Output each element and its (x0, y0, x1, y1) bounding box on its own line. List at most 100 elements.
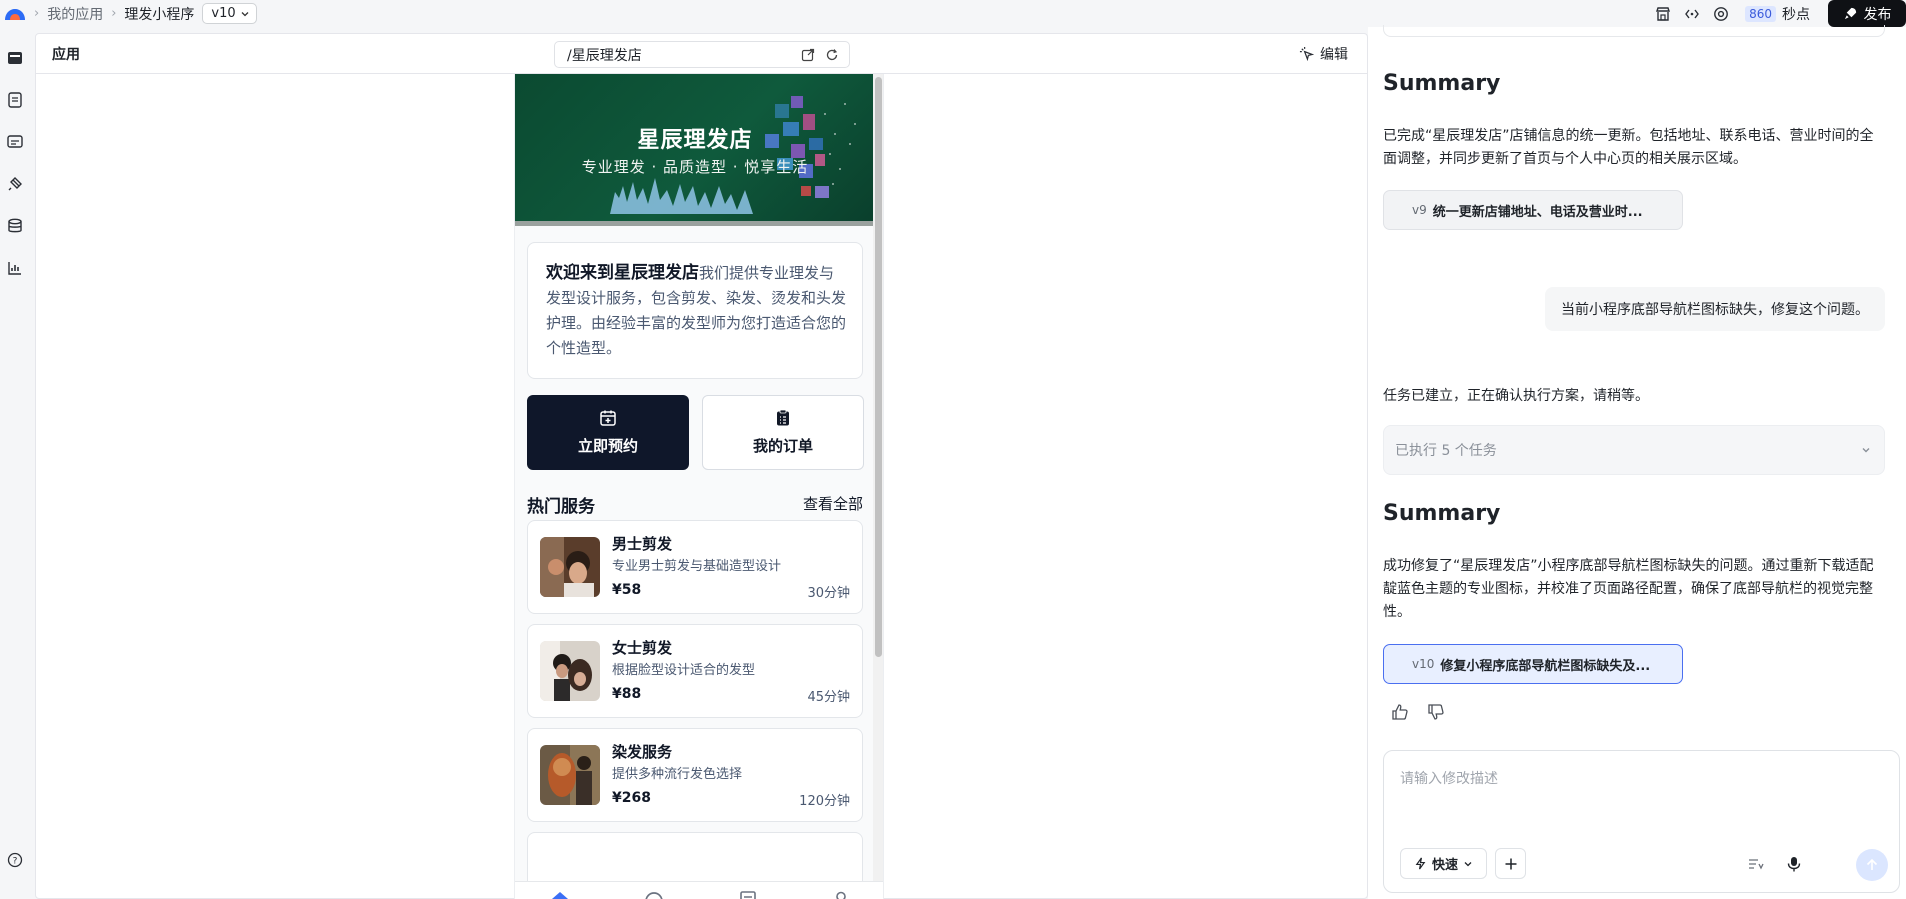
chevron-down-icon (241, 11, 249, 16)
canvas-title: 应用 (52, 46, 80, 63)
status-text: 任务已建立，正在确认执行方案，请稍等。 (1383, 388, 1649, 404)
file-icon[interactable] (6, 91, 24, 109)
publish-button[interactable]: 发布 (1828, 0, 1906, 27)
database-icon[interactable] (6, 217, 24, 235)
top-right-actions: 860 秒点 发布 (1654, 0, 1906, 27)
phone-preview: 星辰理发店 专业理发 · 品质造型 · 悦享生活 欢迎来到星辰理发店我们提供专业… (514, 74, 884, 899)
phone-scroll-area[interactable]: 星辰理发店 专业理发 · 品质造型 · 悦享生活 欢迎来到星辰理发店我们提供专业… (515, 74, 875, 881)
welcome-heading: 欢迎来到星辰理发店 (546, 263, 699, 283)
chevron-down-icon (1862, 448, 1870, 453)
service-card[interactable] (527, 832, 863, 881)
analytics-icon[interactable] (6, 259, 24, 277)
my-orders-label: 我的订单 (752, 437, 813, 455)
arrow-up-icon (1866, 858, 1878, 870)
view-all-link[interactable]: 查看全部 (803, 493, 863, 514)
top-bar: › 我的应用 › 理发小程序 v10 860 秒点 发布 (0, 0, 1906, 27)
welcome-card: 欢迎来到星辰理发店我们提供专业理发与发型设计服务，包含剪发、染发、烫发和头发护理… (527, 242, 863, 379)
speed-mode-selector[interactable]: 快速 (1400, 848, 1487, 879)
user-icon (836, 891, 846, 899)
store-icon[interactable] (1654, 5, 1672, 23)
banner-subtitle: 专业理发 · 品质造型 · 悦享生活 (581, 158, 809, 176)
tasks-label: 已执行 5 个任务 (1395, 443, 1497, 459)
document-icon (740, 891, 756, 899)
book-now-label: 立即预约 (577, 437, 638, 455)
rocket-icon (1844, 7, 1856, 20)
service-card[interactable]: 染发服务 提供多种流行发色选择 ¥268 120分钟 (527, 728, 863, 822)
previous-card-edge (1383, 25, 1885, 37)
service-duration: 120分钟 (799, 794, 850, 809)
breadcrumb-current-app[interactable]: 理发小程序 (124, 4, 194, 24)
popular-services-title: 热门服务 (527, 497, 595, 517)
version-title: 修复小程序底部导航栏图标缺失及... (1440, 658, 1651, 674)
speed-mode-label: 快速 (1431, 858, 1458, 873)
settings-icon[interactable] (1712, 5, 1730, 23)
version-title: 统一更新店铺地址、电话及营业时... (1432, 204, 1643, 220)
composer: 快速 (1383, 750, 1900, 893)
prompt-list-icon[interactable] (1747, 855, 1765, 873)
svg-text:?: ? (13, 856, 18, 866)
chevron-right-icon: › (111, 6, 117, 21)
service-card[interactable]: 男士剪发 专业男士剪发与基础造型设计 ¥58 30分钟 (527, 520, 863, 614)
tab-orders[interactable]: 订单 (718, 890, 778, 899)
points-value: 860 (1745, 5, 1776, 22)
executed-tasks-toggle[interactable]: 已执行 5 个任务 (1383, 425, 1885, 475)
thumbs-down-icon[interactable] (1427, 703, 1445, 721)
service-photo (540, 745, 600, 805)
app-logo-icon[interactable] (4, 7, 26, 21)
page-url: /星辰理发店 (567, 47, 642, 64)
breadcrumb-my-apps[interactable]: 我的应用 (47, 4, 103, 24)
chevron-right-icon: › (34, 6, 40, 21)
service-desc: 提供多种流行发色选择 (612, 767, 743, 782)
page-url-bar[interactable]: /星辰理发店 (554, 41, 850, 68)
open-external-icon[interactable] (801, 48, 815, 62)
plugin-icon[interactable] (6, 175, 24, 193)
headset-icon (645, 892, 663, 899)
home-icon (552, 892, 568, 899)
version-selector[interactable]: v10 (202, 3, 257, 24)
summary-title: Summary (1383, 501, 1501, 526)
service-photo (540, 641, 600, 701)
my-orders-button[interactable]: 我的订单 (702, 395, 864, 470)
attach-button[interactable] (1495, 848, 1526, 879)
edit-button[interactable]: 编辑 (1299, 44, 1348, 64)
modification-input[interactable] (1384, 751, 1899, 841)
bottom-tab-bar: 首页 服务 订单 我的 (515, 881, 883, 899)
help-icon[interactable]: ? (6, 851, 24, 869)
version-label: v10 (211, 6, 236, 21)
summary-title: Summary (1383, 71, 1501, 96)
service-price: ¥58 (612, 582, 642, 598)
user-message: 当前小程序底部导航栏图标缺失，修复这个问题。 (1545, 287, 1885, 331)
service-card[interactable]: 女士剪发 根据脸型设计适合的发型 ¥88 45分钟 (527, 624, 863, 718)
store-banner: 星辰理发店 专业理发 · 品质造型 · 悦享生活 (515, 74, 875, 226)
service-price: ¥88 (612, 686, 642, 702)
tab-services[interactable]: 服务 (624, 890, 684, 899)
plus-icon (1505, 858, 1516, 869)
tab-profile[interactable]: 我的 (811, 890, 871, 899)
version-card-v9[interactable]: v9 统一更新店铺地址、电话及营业时... (1383, 190, 1683, 230)
summary-text: 成功修复了“星辰理发店”小程序底部导航栏图标缺失的问题。通过重新下载适配靛蓝色主… (1383, 558, 1874, 620)
version-card-v10[interactable]: v10 修复小程序底部导航栏图标缺失及... (1383, 644, 1683, 684)
service-name: 女士剪发 (612, 639, 673, 657)
refresh-icon[interactable] (825, 48, 839, 62)
banner-title: 星辰理发店 (637, 128, 753, 153)
scrollbar[interactable] (875, 77, 882, 657)
edit-label: 编辑 (1320, 46, 1348, 63)
book-now-button[interactable]: 立即预约 (527, 395, 689, 470)
tab-home[interactable]: 首页 (530, 890, 590, 899)
service-name: 染发服务 (612, 743, 673, 761)
service-desc: 专业男士剪发与基础造型设计 (612, 559, 782, 574)
lightning-icon (1415, 857, 1426, 870)
microphone-icon[interactable] (1785, 855, 1803, 873)
summary-text: 已完成“星辰理发店”店铺信息的统一更新。包括地址、联系电话、营业时间的全面调整，… (1383, 128, 1874, 167)
message-icon[interactable] (6, 133, 24, 151)
version-tag: v10 (1412, 657, 1435, 671)
app-card-icon[interactable] (6, 49, 24, 67)
chevron-down-icon (1464, 861, 1472, 866)
thumbs-up-icon[interactable] (1391, 703, 1409, 721)
send-button[interactable] (1856, 849, 1888, 881)
chat-panel: Summary 已完成“星辰理发店”店铺信息的统一更新。包括地址、联系电话、营业… (1368, 25, 1906, 899)
left-sidebar: ? (0, 27, 30, 899)
service-photo (540, 537, 600, 597)
code-icon[interactable] (1683, 5, 1701, 23)
points-balance: 860 秒点 (1745, 4, 1810, 24)
